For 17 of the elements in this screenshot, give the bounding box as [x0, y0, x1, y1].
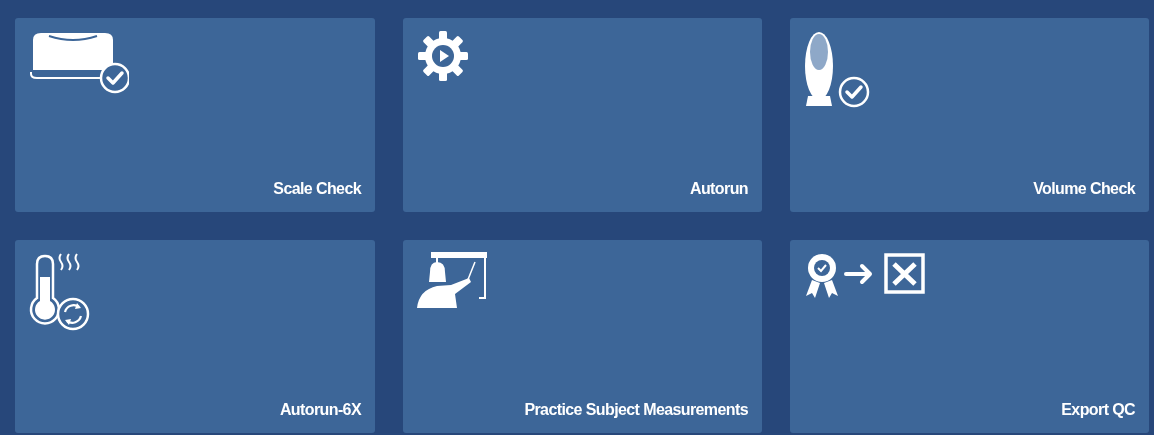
- presenter-icon: [417, 252, 489, 310]
- menu-tile[interactable]: Volume Check: [790, 18, 1149, 212]
- tile-label: Export QC: [1061, 401, 1135, 419]
- gear-play-icon: [417, 30, 469, 82]
- scale-check-icon: [29, 30, 129, 94]
- tile-label: Volume Check: [1033, 180, 1135, 198]
- menu-tile[interactable]: Scale Check: [15, 18, 375, 212]
- menu-tile[interactable]: Autorun-6X: [15, 240, 375, 433]
- thermometer-cycle-icon: [29, 252, 91, 332]
- tile-label: Practice Subject Measurements: [524, 401, 748, 419]
- device-check-icon: [804, 30, 872, 108]
- tile-label: Autorun: [690, 180, 748, 198]
- menu-tile[interactable]: Practice Subject Measurements: [403, 240, 762, 433]
- menu-tile[interactable]: Export QC: [790, 240, 1149, 433]
- tile-label: Autorun-6X: [279, 401, 361, 419]
- menu-tile[interactable]: Autorun: [403, 18, 762, 212]
- tile-label: Scale Check: [273, 180, 361, 198]
